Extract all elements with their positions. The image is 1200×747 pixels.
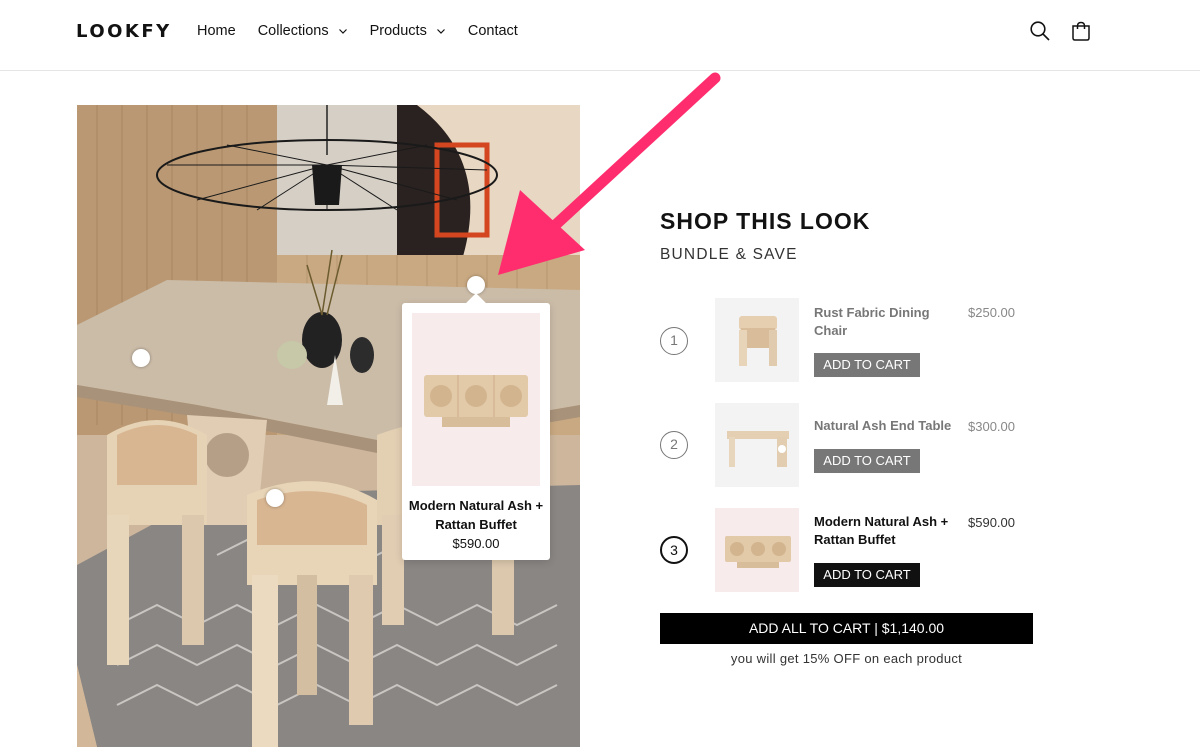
chevron-down-icon <box>436 29 445 34</box>
add-all-to-cart-button[interactable]: ADD ALL TO CART | $1,140.00 <box>660 613 1033 644</box>
item-price: $300.00 <box>968 419 1015 434</box>
item-thumbnail <box>715 508 799 592</box>
bundle-item: 2 Natural Ash End Table $300.00 ADD TO C… <box>660 403 1040 487</box>
nav-products[interactable]: Products <box>370 23 446 39</box>
item-number-badge: 2 <box>660 431 688 459</box>
site-header: LOOKFY Home Collections Products Contact <box>0 0 1200 71</box>
add-to-cart-button[interactable]: ADD TO CART <box>814 353 920 377</box>
nav-collections[interactable]: Collections <box>258 23 348 39</box>
item-thumbnail <box>715 298 799 382</box>
site-logo[interactable]: LOOKFY <box>76 21 172 42</box>
item-price: $590.00 <box>968 515 1015 530</box>
popover-product-image <box>412 313 540 486</box>
chevron-down-icon <box>338 29 347 34</box>
nav-home-label: Home <box>197 23 236 39</box>
nav-products-label: Products <box>369 23 427 39</box>
bundle-item: 1 Rust Fabric Dining Chair $250.00 ADD T… <box>660 298 1040 382</box>
nav-contact[interactable]: Contact <box>468 23 518 39</box>
search-icon[interactable] <box>1029 20 1051 42</box>
item-number-badge: 3 <box>660 536 688 564</box>
item-name[interactable]: Rust Fabric Dining Chair <box>814 304 959 340</box>
item-name[interactable]: Natural Ash End Table <box>814 417 964 435</box>
item-number-badge: 1 <box>660 327 688 355</box>
hotspot-chair[interactable] <box>132 349 150 367</box>
item-thumbnail <box>715 403 799 487</box>
popover-product-title: Modern Natural Ash + Rattan Buffet <box>408 498 544 532</box>
add-to-cart-button[interactable]: ADD TO CART <box>814 449 920 473</box>
nav-collections-label: Collections <box>257 23 329 39</box>
chair-icon <box>739 316 777 366</box>
discount-note: you will get 15% OFF on each product <box>730 651 963 666</box>
nav-home[interactable]: Home <box>197 23 236 39</box>
bundle-subtitle: BUNDLE & SAVE <box>660 246 798 263</box>
main-nav: Home Collections Products Contact <box>197 23 540 39</box>
hotspot-buffet[interactable] <box>467 276 485 294</box>
bundle-item-active: 3 Modern Natural Ash + Rattan Buffet $59… <box>660 508 1040 592</box>
popover-product-price: $590.00 <box>452 536 500 551</box>
product-popover[interactable]: Modern Natural Ash + Rattan Buffet $590.… <box>402 303 550 560</box>
shop-this-look-title: SHOP THIS LOOK <box>660 208 871 234</box>
cart-icon[interactable] <box>1070 20 1092 42</box>
nav-contact-label: Contact <box>467 23 518 39</box>
buffet-illustration <box>424 375 528 427</box>
add-to-cart-button[interactable]: ADD TO CART <box>814 563 920 587</box>
hotspot-end-table[interactable] <box>266 489 284 507</box>
end-table-icon <box>727 431 789 467</box>
item-name[interactable]: Modern Natural Ash + Rattan Buffet <box>814 513 959 549</box>
buffet-icon <box>725 536 791 568</box>
item-price: $250.00 <box>968 305 1015 320</box>
